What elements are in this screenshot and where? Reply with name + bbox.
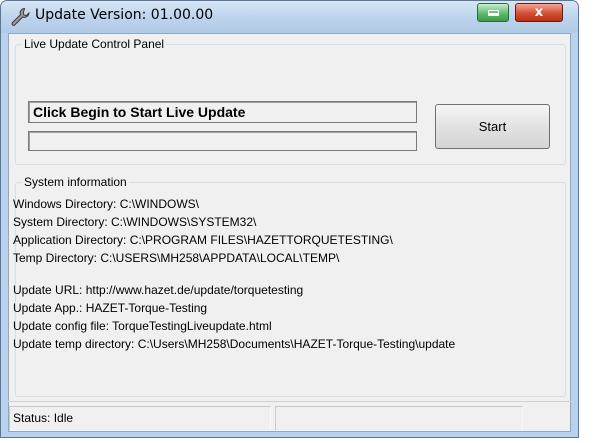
update-app-line: Update App.: HAZET-Torque-Testing	[13, 301, 208, 315]
minimize-button[interactable]	[477, 3, 509, 22]
application-directory-line: Application Directory: C:\PROGRAM FILES\…	[13, 233, 393, 247]
update-progress-bar	[28, 131, 417, 151]
wrench-icon	[11, 7, 30, 26]
close-button[interactable]: x	[515, 3, 563, 22]
window-title: Update Version: 01.00.00	[35, 7, 214, 23]
minimize-icon	[488, 10, 499, 16]
temp-directory-line: Temp Directory: C:\USERS\MH258\APPDATA\L…	[13, 251, 340, 265]
status-pane-secondary	[275, 406, 523, 431]
system-directory-line: System Directory: C:\WINDOWS\SYSTEM32\	[13, 215, 257, 229]
live-update-group-title: Live Update Control Panel	[24, 37, 165, 51]
title-bar[interactable]: Update Version: 01.00.00 x	[1, 1, 578, 33]
update-temp-directory-line: Update temp directory: C:\Users\MH258\Do…	[13, 337, 456, 351]
system-info-lines: Windows Directory: C:\WINDOWS\ System Di…	[13, 195, 573, 353]
update-message-field: Click Begin to Start Live Update	[28, 101, 417, 123]
status-text: Status: Idle	[9, 406, 271, 431]
system-info-group-title: System information	[24, 175, 127, 189]
start-button[interactable]: Start	[435, 104, 550, 149]
windows-directory-line: Windows Directory: C:\WINDOWS\	[13, 197, 200, 211]
update-url-line: Update URL: http://www.hazet.de/update/t…	[13, 283, 304, 297]
app-window: Update Version: 01.00.00 x Live Update C…	[0, 0, 579, 438]
statusbar-divider	[8, 401, 571, 402]
update-config-line: Update config file: TorqueTestingLiveupd…	[13, 319, 272, 333]
